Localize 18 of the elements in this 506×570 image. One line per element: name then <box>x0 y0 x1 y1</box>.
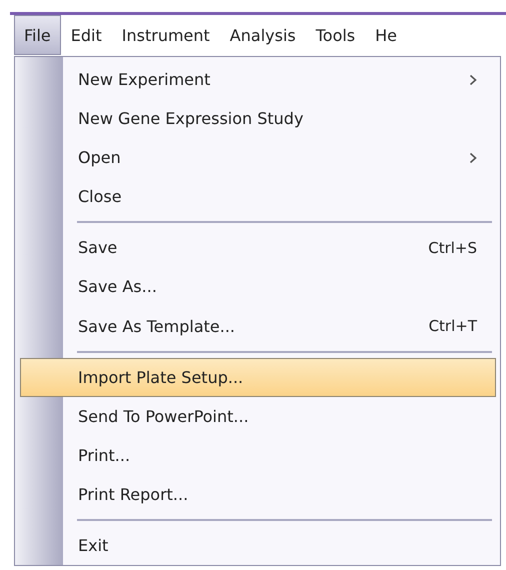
menu-bar-item[interactable]: File <box>14 15 61 55</box>
menu-item[interactable]: Save As Template... Ctrl+T <box>20 306 496 346</box>
menu-item[interactable]: Exit <box>20 526 496 565</box>
menu-item[interactable]: Save As... <box>20 267 496 307</box>
menu-item[interactable]: Send To PowerPoint... <box>20 396 496 436</box>
menu-item[interactable]: Close <box>20 177 496 216</box>
menu-item[interactable]: New Gene Expression Study <box>20 99 496 138</box>
menu-bar-item[interactable]: Tools <box>306 15 366 55</box>
menu-bar-item[interactable]: Instrument <box>112 15 220 55</box>
menu-item[interactable]: Print Report... <box>20 474 496 514</box>
menu-item[interactable]: Print... <box>20 436 496 475</box>
menu-bar-item[interactable]: Analysis <box>220 15 306 55</box>
menu-bar-item[interactable]: He <box>365 15 408 55</box>
menu-bar-item[interactable]: Edit <box>60 15 112 55</box>
menu-item[interactable]: New Experiment <box>20 60 496 100</box>
menu-item[interactable]: Import Plate Setup... <box>20 358 496 397</box>
menu-item[interactable]: Save Ctrl+S <box>20 228 496 268</box>
menu-item[interactable]: Open <box>20 138 496 178</box>
